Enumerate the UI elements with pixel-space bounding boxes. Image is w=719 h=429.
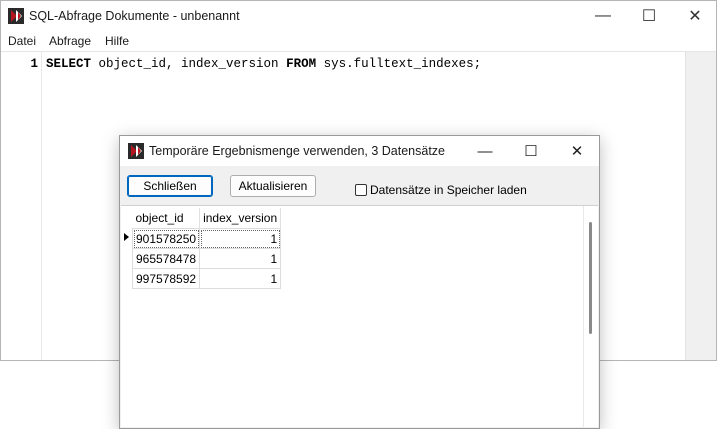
sql-columns: object_id, index_version [91, 57, 287, 71]
editor-vertical-scrollbar[interactable] [685, 52, 716, 360]
dialog-logo-icon [128, 143, 144, 159]
table-row[interactable]: 901578250 1 [131, 228, 282, 249]
menu-abfrage[interactable]: Abfrage [49, 34, 91, 48]
cell-object-id[interactable]: 997578592 [131, 268, 201, 289]
menu-datei[interactable]: Datei [8, 34, 36, 48]
menu-hilfe[interactable]: Hilfe [105, 34, 129, 48]
grid-vertical-scrollbar[interactable] [583, 206, 598, 427]
minimize-icon[interactable]: — [580, 1, 626, 31]
load-in-memory-label: Datensätze in Speicher laden [370, 183, 527, 197]
dialog-title: Temporäre Ergebnismenge verwenden, 3 Dat… [149, 144, 446, 158]
close-button[interactable]: Schließen [127, 175, 213, 197]
current-row-indicator-icon [124, 233, 129, 241]
result-grid[interactable]: object_id index_version 901578250 1 9655… [121, 205, 598, 427]
table-row[interactable]: 965578478 1 [131, 248, 282, 269]
maximize-icon[interactable]: ☐ [626, 1, 672, 31]
menubar: Datei Abfrage Hilfe [1, 31, 716, 51]
grid-scrollbar-thumb[interactable] [589, 222, 592, 334]
line-number: 1 [30, 57, 38, 71]
main-titlebar[interactable]: SQL-Abfrage Dokumente - unbenannt — ☐ ✕ [1, 1, 716, 31]
cell-index-version[interactable]: 1 [199, 248, 282, 269]
load-in-memory-option[interactable]: Datensätze in Speicher laden [355, 183, 527, 197]
close-icon[interactable]: ✕ [672, 1, 718, 31]
load-in-memory-checkbox[interactable] [355, 184, 367, 196]
table-header-row: object_id index_version [132, 208, 282, 229]
result-table: object_id index_version 901578250 1 9655… [131, 208, 282, 289]
sql-keyword-select: SELECT [46, 57, 92, 71]
table-row[interactable]: 997578592 1 [131, 268, 282, 289]
sql-keyword-from: FROM [286, 57, 317, 71]
cell-object-id[interactable]: 965578478 [131, 248, 201, 269]
column-header-object-id[interactable]: object_id [132, 208, 201, 229]
line-number-gutter: 1 [1, 52, 42, 360]
result-dialog: Temporäre Ergebnismenge verwenden, 3 Dat… [119, 135, 600, 429]
dialog-close-icon[interactable]: ✕ [554, 136, 600, 166]
cell-object-id[interactable]: 901578250 [131, 228, 201, 249]
column-header-index-version[interactable]: index_version [199, 208, 282, 229]
dialog-minimize-icon[interactable]: — [462, 136, 508, 166]
dialog-maximize-icon[interactable]: ☐ [508, 136, 554, 166]
sql-table: sys.fulltext_indexes; [316, 57, 482, 71]
cell-index-version[interactable]: 1 [199, 268, 282, 289]
main-window-title: SQL-Abfrage Dokumente - unbenannt [29, 9, 240, 23]
dialog-titlebar[interactable]: Temporäre Ergebnismenge verwenden, 3 Dat… [120, 136, 599, 166]
sql-code-line[interactable]: SELECT object_id, index_version FROM sys… [46, 57, 481, 71]
app-logo-icon [8, 8, 24, 24]
cell-index-version[interactable]: 1 [199, 228, 282, 249]
refresh-button[interactable]: Aktualisieren [230, 175, 316, 197]
